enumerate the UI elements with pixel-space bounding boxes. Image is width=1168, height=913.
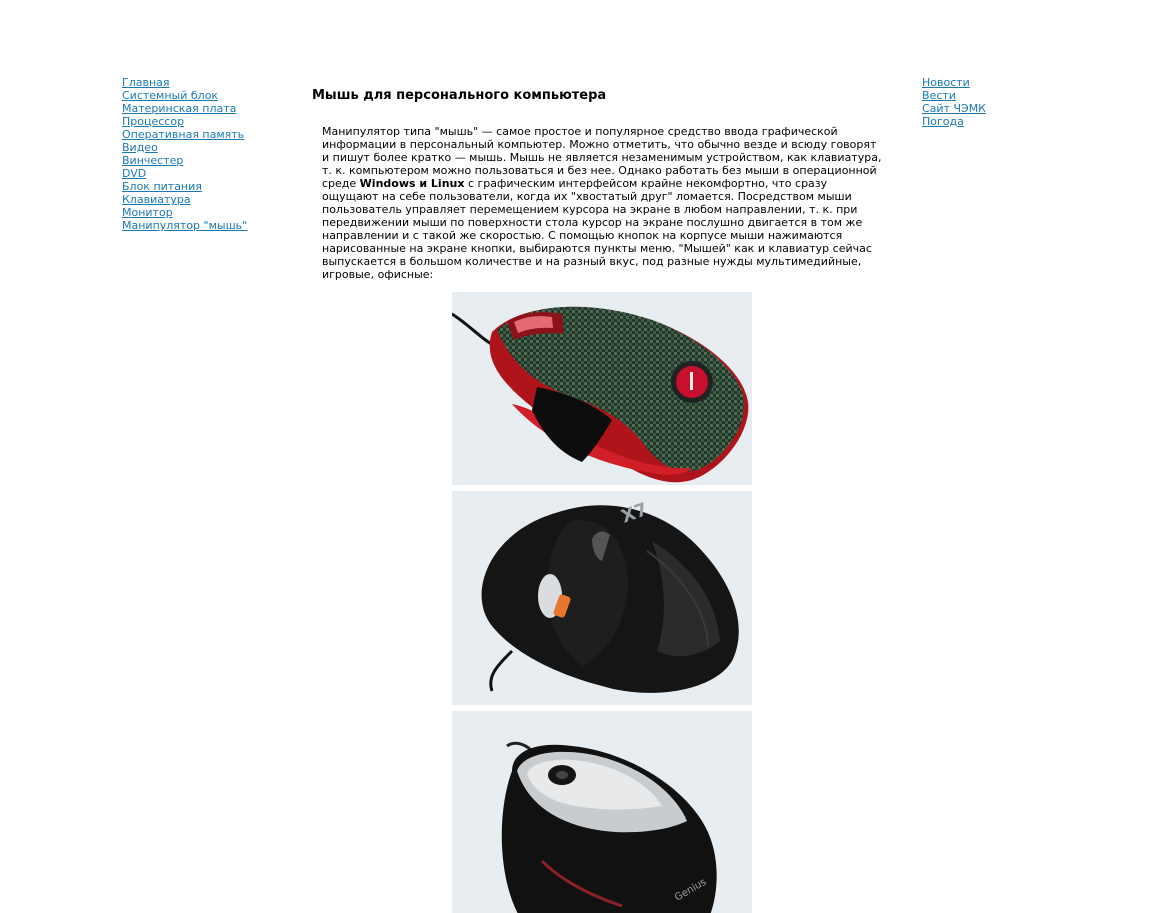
mouse-photo-carbon <box>452 292 752 485</box>
nav-link-news[interactable]: Новости <box>922 76 986 89</box>
nav-link-monitor[interactable]: Монитор <box>122 206 247 219</box>
nav-link-weather[interactable]: Погода <box>922 115 986 128</box>
nav-link-keyboard[interactable]: Клавиатура <box>122 193 247 206</box>
nav-link-motherboard[interactable]: Материнская плата <box>122 102 247 115</box>
nav-link-mouse[interactable]: Манипулятор "мышь" <box>122 219 247 232</box>
nav-link-processor[interactable]: Процессор <box>122 115 247 128</box>
nav-link-power-supply[interactable]: Блок питания <box>122 180 247 193</box>
page-title: Мышь для персонального компьютера <box>312 88 607 103</box>
nav-link-video[interactable]: Видео <box>122 141 247 154</box>
right-navigation: Новости Вести Сайт ЧЭМК Погода <box>922 76 986 128</box>
article-text: Манипулятор типа "мышь" — самое простое … <box>322 125 882 281</box>
mouse-photo-genius: Genius <box>452 711 752 913</box>
nav-link-system-unit[interactable]: Системный блок <box>122 89 247 102</box>
nav-link-hdd[interactable]: Винчестер <box>122 154 247 167</box>
nav-link-dvd[interactable]: DVD <box>122 167 247 180</box>
article-text-part2: с графическим интерфейсом крайне некомфо… <box>322 177 872 281</box>
nav-link-vesti[interactable]: Вести <box>922 89 986 102</box>
nav-link-home[interactable]: Главная <box>122 76 247 89</box>
mouse-photo-x7: X7 <box>452 491 752 705</box>
article-text-bold: Windows и Linux <box>359 177 465 190</box>
left-navigation: Главная Системный блок Материнская плата… <box>122 76 247 232</box>
nav-link-ram[interactable]: Оперативная память <box>122 128 247 141</box>
nav-link-chemk-site[interactable]: Сайт ЧЭМК <box>922 102 986 115</box>
